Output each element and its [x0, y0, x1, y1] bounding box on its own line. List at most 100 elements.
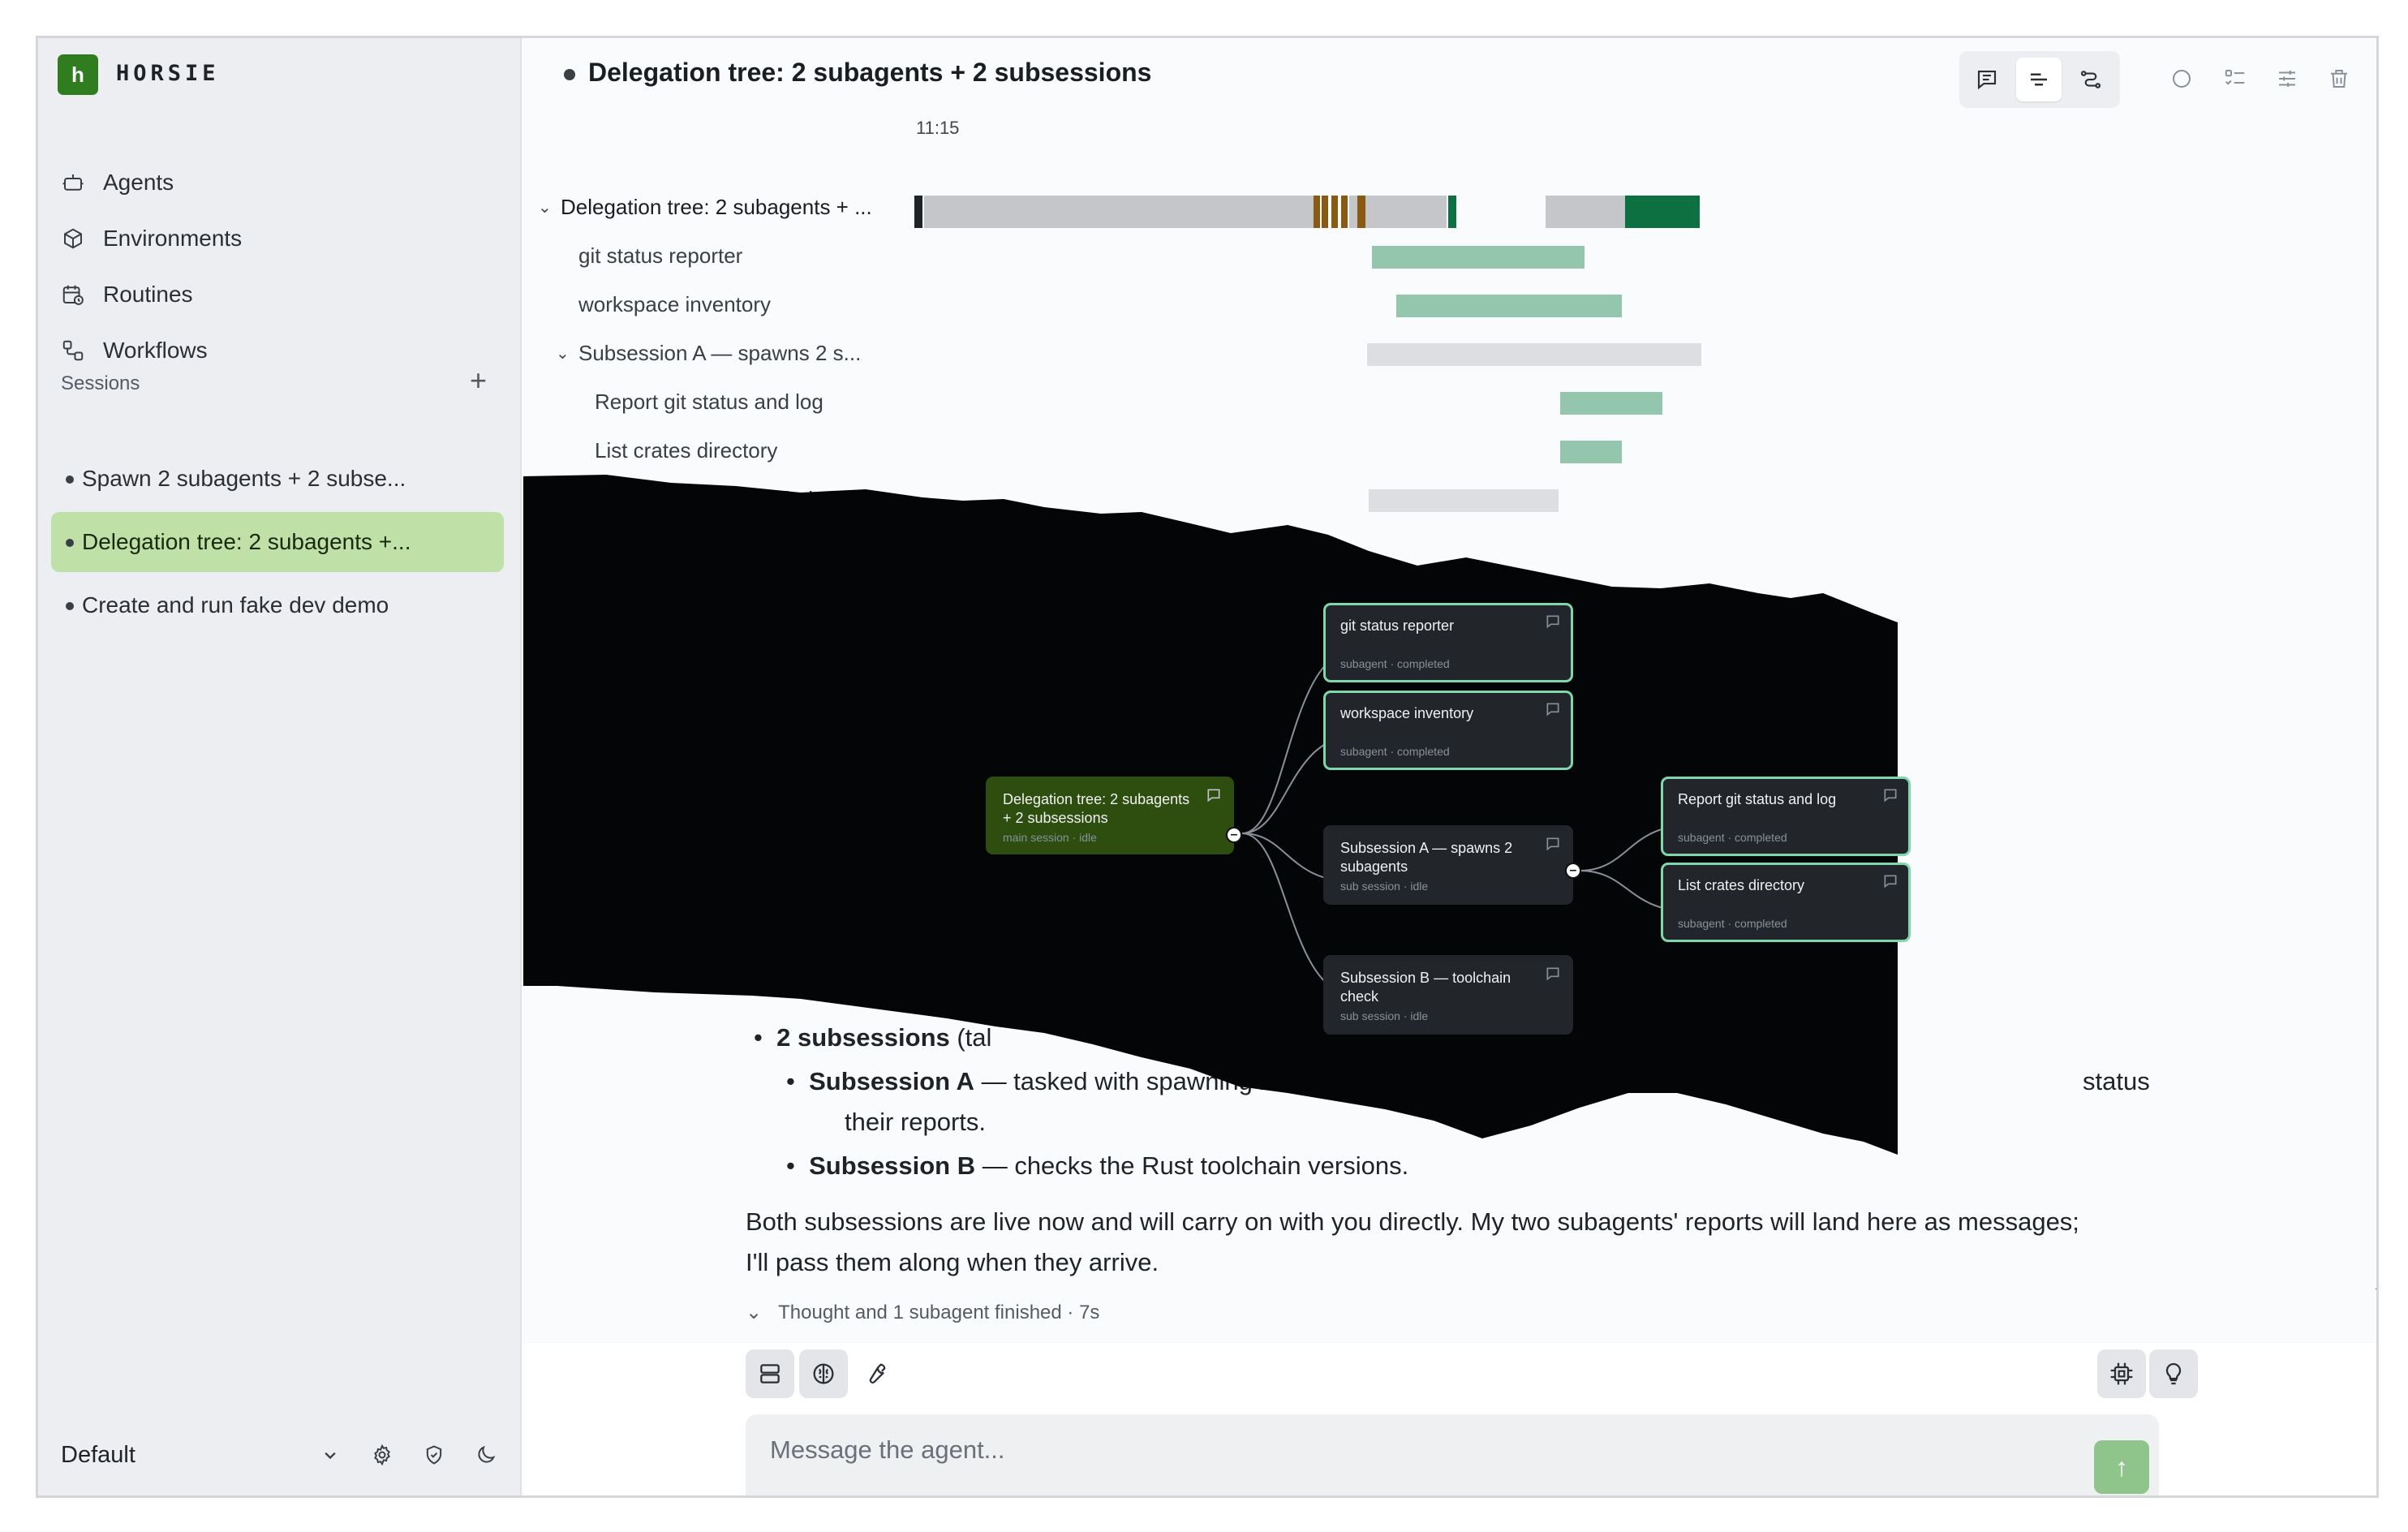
- graph-node-status: subagent · completed: [1678, 917, 1787, 930]
- graph-view-icon[interactable]: [2068, 58, 2113, 101]
- graph-node-root[interactable]: Delegation tree: 2 subagents + 2 subsess…: [986, 777, 1234, 854]
- timeline-bar: [1546, 196, 1625, 228]
- bold-text: Subsession A: [809, 1067, 974, 1095]
- timeline-bar-start: [914, 196, 922, 228]
- chat-icon[interactable]: [1882, 787, 1898, 803]
- chevron-down-icon[interactable]: ⌄: [556, 343, 578, 364]
- chevron-down-icon[interactable]: [316, 1440, 345, 1470]
- graph-node-status: sub session · idle: [1340, 880, 1429, 893]
- timeline-row-label: Subsession A — spawns 2 s...: [578, 340, 862, 365]
- view-switcher: [1959, 51, 2120, 108]
- session-item[interactable]: Create and run fake dev demo: [51, 575, 504, 635]
- timeline-bar-workspace: [1396, 295, 1622, 317]
- sidebar-item-label: Routines: [103, 282, 193, 307]
- bold-text: 2 subsessions: [776, 1023, 950, 1052]
- graph-node-title: Report git status and log: [1678, 791, 1837, 807]
- timeline-bar-git-status: [1372, 246, 1585, 269]
- collapse-node-button[interactable]: –: [1565, 863, 1581, 879]
- sidebar-item-routines[interactable]: Routines: [61, 272, 193, 317]
- session-dot-icon: [66, 602, 74, 610]
- spinner-icon[interactable]: [2161, 58, 2203, 100]
- timeline-row[interactable]: Report git status and log: [595, 384, 823, 420]
- chat-icon[interactable]: [1545, 613, 1561, 630]
- chat-view-icon[interactable]: [1964, 58, 2010, 101]
- timeline-view-icon[interactable]: [2016, 58, 2062, 101]
- transcript-paragraph: Both subsessions are live now and will c…: [746, 1207, 2079, 1276]
- graph-node-subsession[interactable]: Subsession A — spawns 2 subagents sub se…: [1323, 825, 1573, 905]
- timeline-row-label: Subsession B — toolchain c...: [578, 486, 859, 511]
- text: — tasked with spawning: [974, 1067, 1260, 1095]
- timeline-row[interactable]: ⌄ Subsession A — spawns 2 s...: [556, 335, 861, 371]
- timeline-row[interactable]: List crates directory: [595, 432, 777, 468]
- graph-node-subagent[interactable]: workspace inventory subagent · completed: [1323, 691, 1573, 770]
- session-item[interactable]: Spawn 2 subagents + 2 subse...: [51, 449, 504, 509]
- gear-icon[interactable]: [368, 1440, 397, 1470]
- graph-node-title: Delegation tree: 2 subagents + 2 subsess…: [1003, 791, 1190, 826]
- shield-icon[interactable]: [419, 1440, 449, 1470]
- robot-icon: [62, 174, 84, 191]
- sessions-heading: Sessions: [61, 372, 140, 394]
- timeline-row[interactable]: workspace inventory: [578, 286, 771, 322]
- trash-icon[interactable]: [2318, 58, 2360, 100]
- message-composer: ↑: [746, 1414, 2159, 1495]
- graph-node-status: subagent · completed: [1340, 657, 1450, 670]
- session-dot-icon: [66, 539, 74, 547]
- chat-icon[interactable]: [1545, 701, 1561, 717]
- timeline-bar-active: [1625, 196, 1700, 228]
- sliders-icon[interactable]: [2266, 58, 2308, 100]
- workflow-icon: [62, 340, 84, 361]
- scroll-down-icon[interactable]: ⌄: [2371, 1275, 2376, 1298]
- graph-node-subsession[interactable]: Subsession B — toolchain check sub sessi…: [1323, 955, 1573, 1035]
- moon-icon[interactable]: [471, 1440, 501, 1470]
- timeline-row[interactable]: Subsession B — toolchain c...: [578, 481, 858, 517]
- sidebar-item-agents[interactable]: Agents: [61, 160, 174, 205]
- graph-node-subagent[interactable]: List crates directory subagent · complet…: [1661, 863, 1911, 942]
- thought-summary-toggle[interactable]: ⌄ Thought and 1 subagent finished · 7s: [746, 1301, 1099, 1324]
- transcript-bullet: • 2 subsessions (tal: [754, 1023, 992, 1052]
- graph-node-title: Subsession A — spawns 2 subagents: [1340, 840, 1513, 875]
- graph-node-subagent[interactable]: git status reporter subagent · completed: [1323, 603, 1573, 682]
- arrow-up-icon: ↑: [2115, 1452, 2128, 1482]
- timeline-bar-tool: [1331, 196, 1338, 228]
- layout-toggle-icon[interactable]: [746, 1349, 794, 1398]
- timeline-bar-tool: [1341, 196, 1348, 228]
- session-label: Spawn 2 subagents + 2 subse...: [82, 466, 406, 491]
- sidebar-item-workflows[interactable]: Workflows: [61, 328, 208, 373]
- timeline-time-label: 11:15: [916, 118, 960, 138]
- chat-icon[interactable]: [1882, 873, 1898, 889]
- chat-icon[interactable]: [1206, 787, 1222, 803]
- session-item-active[interactable]: Delegation tree: 2 subagents +...: [51, 512, 504, 572]
- add-session-button[interactable]: +: [470, 366, 487, 395]
- brain-icon[interactable]: [799, 1349, 848, 1398]
- cube-icon: [64, 228, 82, 249]
- thought-label: Thought and 1 subagent finished: [778, 1302, 1062, 1323]
- session-label: Delegation tree: 2 subagents +...: [82, 529, 411, 554]
- timeline-row-label: git status reporter: [578, 243, 743, 268]
- timeline-bar-report-git: [1560, 392, 1662, 415]
- sidebar-item-environments[interactable]: Environments: [61, 216, 242, 261]
- message-input[interactable]: [770, 1435, 2052, 1465]
- send-button[interactable]: ↑: [2094, 1440, 2149, 1494]
- chat-icon[interactable]: [1545, 836, 1561, 852]
- timeline-bar-tool: [1314, 196, 1320, 228]
- graph-node-subagent[interactable]: Report git status and log subagent · com…: [1661, 777, 1911, 856]
- workspace-selector[interactable]: Default: [61, 1442, 135, 1469]
- chevron-down-icon[interactable]: ⌄: [538, 197, 561, 217]
- thought-duration: · 7s: [1061, 1302, 1100, 1323]
- timeline-bar-event: [1448, 196, 1456, 228]
- collapse-node-button[interactable]: –: [1226, 827, 1242, 843]
- chat-icon[interactable]: [1545, 966, 1561, 982]
- graph-node-status: subagent · completed: [1340, 745, 1450, 758]
- sidebar: h HORSIE Agents Environments Routines Wo…: [38, 38, 522, 1495]
- wrench-icon[interactable]: [851, 1349, 900, 1398]
- checklist-icon[interactable]: [2214, 58, 2256, 100]
- graph-node-title: Subsession B — toolchain check: [1340, 970, 1511, 1005]
- lightbulb-icon[interactable]: [2149, 1349, 2198, 1398]
- text: — checks the Rust toolchain versions.: [975, 1151, 1409, 1180]
- timeline-row-root[interactable]: ⌄ Delegation tree: 2 subagents + ...: [538, 189, 872, 225]
- timeline-bar-tool: [1357, 196, 1365, 228]
- timeline-row-label: Delegation tree: 2 subagents + ...: [561, 194, 872, 219]
- chip-icon[interactable]: [2097, 1349, 2146, 1398]
- session-label: Create and run fake dev demo: [82, 592, 389, 618]
- timeline-row[interactable]: git status reporter: [578, 238, 742, 273]
